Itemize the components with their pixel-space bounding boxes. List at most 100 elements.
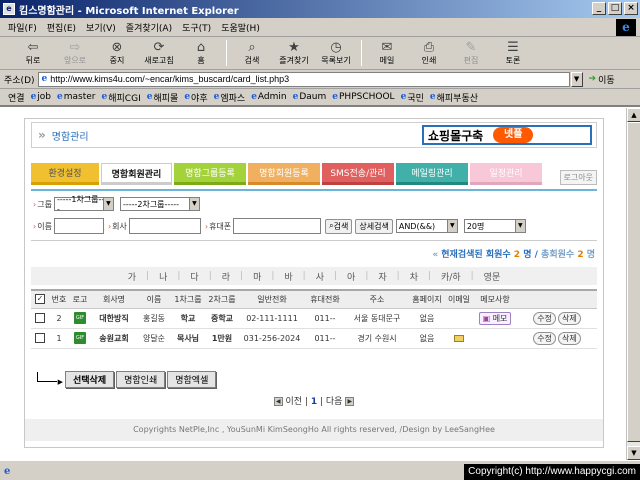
delete-row-button[interactable]: 삭제 [558,311,581,325]
menu-edit[interactable]: 편집(E) [47,21,76,34]
menu-help[interactable]: 도움말(H) [221,21,260,34]
link-yahoo[interactable]: e 야후 [184,91,207,104]
per-page-select[interactable]: 20명 ▼ [463,219,526,233]
logout-button[interactable]: 로그아웃 [559,170,597,185]
row-company[interactable]: 송원교회 [91,328,137,349]
page-icon: e [57,92,63,102]
go-button[interactable]: ➔ 이동 [589,73,615,86]
current-page[interactable]: 1 [311,397,317,407]
select-all-checkbox[interactable] [35,294,45,305]
group1-select[interactable]: -----1차그룹----- ▼ [53,195,114,214]
card-logo-icon[interactable]: GIF [74,332,86,344]
back-button[interactable]: ⇦ 뒤로 [12,40,54,66]
link-admin[interactable]: e Admin [251,92,286,102]
tab-member-register[interactable]: 명함회원등록 [248,163,320,185]
edit-row-button[interactable]: 수정 [533,311,556,325]
delete-row-button[interactable]: 삭제 [558,331,581,345]
tab-member-manage[interactable]: 명함회원관리 [101,163,172,185]
prev-page-link[interactable]: 이전 [286,397,303,407]
group2-select[interactable]: -----2차그룹----- ▼ [119,197,200,211]
row-checkbox[interactable] [35,313,45,323]
link-happyrealty[interactable]: e 해피부동산 [430,91,478,104]
edit-row-button[interactable]: 수정 [533,331,556,345]
link-daum[interactable]: e Daum [293,92,327,102]
refresh-button[interactable]: ⟳ 새로고침 [138,40,180,66]
export-excel-button[interactable]: 명함엑셀 [167,371,217,388]
mobile-input[interactable] [233,218,322,234]
menu-view[interactable]: 보기(V) [86,21,116,34]
maximize-button[interactable]: □ [608,2,622,15]
print-cards-button[interactable]: 명함인쇄 [116,371,166,388]
row-mobile: 011-- [305,328,345,349]
email-icon[interactable] [454,334,464,342]
vertical-scrollbar[interactable]: ▲ ▼ [626,108,640,460]
card-logo-icon[interactable]: GIF [74,312,86,324]
prev-page-icon[interactable]: ◀ [273,397,283,406]
scroll-down-icon[interactable]: ▼ [627,446,640,460]
address-input[interactable]: e http://www.kims4u.com/~encar/kims_busc… [37,71,570,87]
scroll-thumb[interactable] [627,122,640,442]
link-empas[interactable]: e 엠파스 [214,91,246,104]
next-page-link[interactable]: 다음 [326,397,343,407]
tab-schedule[interactable]: 일정관리 [470,163,542,185]
tab-settings[interactable]: 환경설정 [31,163,99,185]
menu-favorites[interactable]: 즐겨찾기(A) [126,21,172,34]
index-ra[interactable]: 라 [222,270,230,283]
edit-button[interactable]: ✎ 편집 [450,40,492,66]
index-sa[interactable]: 사 [316,270,324,283]
index-ja[interactable]: 자 [378,270,386,283]
link-phpschool[interactable]: e PHPSCHOOL [332,92,394,102]
forward-button[interactable]: ⇨ 앞으로 [54,40,96,66]
delete-selected-button[interactable]: 선택삭제 [65,371,115,388]
home-button[interactable]: ⌂ 홈 [180,40,222,66]
search-button[interactable]: ⌕ 검색 [231,40,273,66]
index-ma[interactable]: 마 [253,270,261,283]
index-english[interactable]: 영문 [484,270,501,283]
index-cha[interactable]: 차 [410,270,418,283]
index-da[interactable]: 다 [190,270,198,283]
index-na[interactable]: 나 [159,270,167,283]
row-checkbox[interactable] [35,333,45,343]
next-page-icon[interactable]: ▶ [345,397,355,406]
window-controls: _ □ × [592,2,638,15]
discuss-button[interactable]: ☰ 토론 [492,40,534,66]
address-dropdown[interactable]: ▼ [570,71,583,87]
menu-tools[interactable]: 도구(T) [182,21,211,34]
row-number: 2 [49,308,69,329]
history-button[interactable]: ◷ 목록보기 [315,40,357,66]
row-company[interactable]: 대한방직 [91,308,137,329]
memo-button[interactable]: ▣ 메모 [478,311,512,325]
tab-mailing[interactable]: 메일링관리 [396,163,468,185]
search-button-page[interactable]: ⌕ 검색 [325,218,353,234]
link-master[interactable]: e master [57,92,95,102]
address-bar: 주소(D) e http://www.kims4u.com/~encar/kim… [0,70,640,89]
page-icon: e [146,92,153,102]
index-ka-ha[interactable]: 카/하 [441,270,461,283]
favorites-button[interactable]: ★ 즐겨찾기 [273,40,315,66]
tab-sms[interactable]: SMS전송/관리 [322,163,394,185]
link-happymall[interactable]: e 해피몰 [147,91,179,104]
tab-group-register[interactable]: 명함그룹등록 [174,163,246,185]
pagination: ◀ 이전 | 1 | 다음 ▶ [25,394,603,407]
name-input[interactable] [53,218,104,234]
index-ba[interactable]: 바 [284,270,292,283]
logic-select[interactable]: AND(&&) ▼ [395,219,458,233]
row-phone: 02-111-1111 [239,308,305,329]
menu-file[interactable]: 파일(F) [8,21,37,34]
detail-search-button[interactable]: 상세검색 [355,218,393,234]
minimize-button[interactable]: _ [592,2,606,15]
index-a[interactable]: 아 [347,270,355,283]
link-happycgi[interactable]: e 해피CGI [102,91,141,104]
link-kookmin[interactable]: e 국민 [401,91,424,104]
stop-button[interactable]: ⊗ 중지 [96,40,138,66]
print-button[interactable]: ⎙ 인쇄 [408,40,450,66]
mail-button[interactable]: ✉ 메일 [366,40,408,66]
shopping-banner[interactable]: 쇼핑몰구축 넷플 [422,125,592,145]
close-button[interactable]: × [624,2,638,15]
links-bar: 연결 e job e master e 해피CGI e 해피몰 e 야후 e 엠파스 e Ad… [0,89,640,107]
index-ga[interactable]: 가 [128,270,136,283]
company-input[interactable] [128,218,201,234]
link-job[interactable]: e job [31,92,51,102]
double-chevron-icon: » [38,128,46,142]
scroll-up-icon[interactable]: ▲ [627,108,640,122]
